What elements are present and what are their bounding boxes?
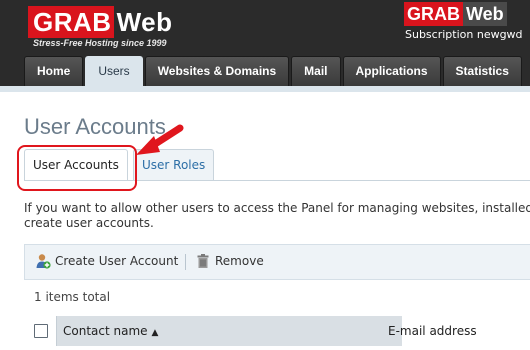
nav-tab-users[interactable]: Users <box>85 56 143 86</box>
main-nav: Home Users Websites & Domains Mail Appli… <box>24 56 524 86</box>
logo-part-grab: GRAB <box>28 6 114 38</box>
subscription-logo-web: Web <box>463 2 507 26</box>
toolbar-separator <box>185 254 186 270</box>
brand-logo[interactable]: GRAB Web <box>28 6 176 38</box>
items-total-count: 1 items total <box>34 290 111 304</box>
trash-icon <box>197 254 209 268</box>
column-header-contact-name[interactable]: Contact name ▲ <box>56 316 402 346</box>
create-user-account-label: Create User Account <box>55 254 179 268</box>
table-header: Contact name ▲ E-mail address <box>24 316 530 346</box>
nav-underline-strip <box>0 86 530 92</box>
remove-button[interactable]: Remove <box>195 253 264 269</box>
list-toolbar: Create User Account Remove <box>24 244 530 280</box>
intro-line-2: create user accounts. <box>24 216 154 230</box>
nav-tab-applications[interactable]: Applications <box>342 56 441 86</box>
nav-tab-statistics[interactable]: Statistics <box>442 56 522 86</box>
column-label-contact-name: Contact name <box>63 324 148 338</box>
add-user-icon <box>36 254 51 269</box>
logo-tagline: Stress-Free Hosting since 1999 <box>33 38 167 48</box>
intro-text: If you want to allow other users to acce… <box>24 201 530 231</box>
intro-line-1: If you want to allow other users to acce… <box>24 201 530 215</box>
nav-tab-home[interactable]: Home <box>24 56 84 86</box>
create-user-account-button[interactable]: Create User Account <box>35 253 178 269</box>
subscription-logo-grab: GRAB <box>404 2 463 26</box>
nav-tab-mail[interactable]: Mail <box>291 56 341 86</box>
nav-tab-websites-domains[interactable]: Websites & Domains <box>144 56 290 86</box>
subscription-logo: GRAB Web <box>404 2 507 26</box>
annotation-arrow-icon <box>136 124 184 155</box>
column-header-email[interactable]: E-mail address <box>380 316 530 346</box>
remove-label: Remove <box>215 254 264 268</box>
sort-ascending-icon: ▲ <box>151 328 159 338</box>
top-header: GRAB Web Stress-Free Hosting since 1999 … <box>0 0 530 86</box>
logo-part-web: Web <box>113 6 176 38</box>
annotation-highlight-box <box>17 145 137 191</box>
select-all-checkbox[interactable] <box>34 324 48 338</box>
subscription-selector[interactable]: Subscription newgwd <box>405 28 523 41</box>
